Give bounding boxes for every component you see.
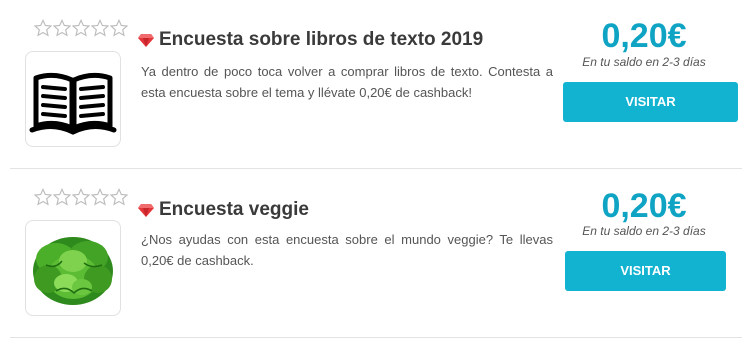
offer-title-row: Encuesta veggie (138, 198, 309, 222)
cashback-amount: 0,20€ (601, 187, 687, 225)
open-book-icon (29, 72, 117, 135)
gem-icon (138, 34, 154, 47)
offer-description: Ya dentro de poco toca volver a comprar … (141, 64, 553, 100)
gem-icon (138, 204, 154, 217)
cashback-timing: En tu saldo en 2-3 días (582, 55, 706, 69)
offer-thumbnail[interactable] (25, 51, 121, 147)
divider (10, 337, 742, 338)
rating-stars[interactable] (34, 19, 128, 37)
offer-card: Encuesta sobre libros de texto 2019 Ya d… (0, 0, 752, 169)
star-icon (72, 188, 90, 206)
lettuce-image (33, 237, 113, 305)
star-icon (34, 188, 52, 206)
star-icon (53, 188, 71, 206)
cashback-amount: 0,20€ (601, 17, 687, 55)
offer-card: Encuesta veggie ¿Nos ayudas con esta enc… (0, 169, 752, 338)
cashback-timing: En tu saldo en 2-3 días (582, 224, 706, 238)
star-icon (110, 188, 128, 206)
visit-button[interactable]: VISITAR (563, 82, 738, 122)
star-icon (72, 19, 90, 37)
star-icon (91, 19, 109, 37)
offer-description: ¿Nos ayudas con esta encuesta sobre el m… (141, 232, 553, 268)
offer-thumbnail[interactable] (25, 220, 121, 316)
star-icon (34, 19, 52, 37)
star-icon (110, 19, 128, 37)
visit-button[interactable]: VISITAR (565, 251, 726, 291)
star-icon (53, 19, 71, 37)
star-icon (91, 188, 109, 206)
offer-title-row: Encuesta sobre libros de texto 2019 (138, 28, 483, 52)
offer-title[interactable]: Encuesta veggie (159, 199, 309, 221)
rating-stars[interactable] (34, 188, 128, 206)
offer-title[interactable]: Encuesta sobre libros de texto 2019 (159, 29, 483, 51)
